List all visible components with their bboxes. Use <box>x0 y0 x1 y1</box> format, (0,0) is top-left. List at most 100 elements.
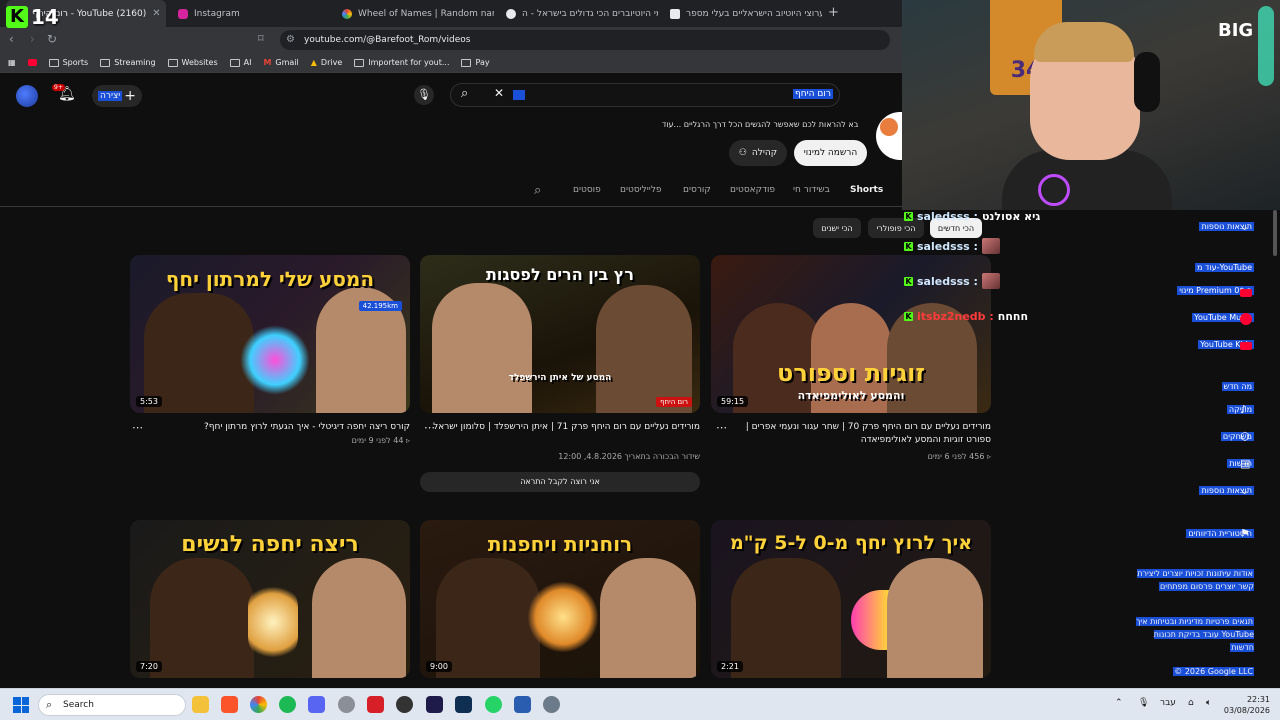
webcam-overlay: 34 BIG <box>902 0 1280 210</box>
chat-username: itsbz2nedb : <box>917 309 994 323</box>
windows-start-icon[interactable] <box>13 697 29 713</box>
channel-description[interactable]: בא להראות לכם שאפשר להגשים הכל דרך הרגלי… <box>662 120 858 129</box>
network-icon[interactable]: ⌂ <box>1188 698 1194 708</box>
bookmark-gmail[interactable]: M Gmail <box>263 58 298 67</box>
tray-chevron-up-icon[interactable]: ⌃ <box>1115 698 1123 708</box>
settings-gear-icon[interactable] <box>338 696 355 713</box>
more-options-icon[interactable]: ⋯ <box>716 421 727 434</box>
video-title[interactable]: מורידים נעליים עם רום היחף פרק 71 | איתן… <box>430 421 700 434</box>
url-field[interactable]: ⚙ youtube.com/@Barefoot_Rom/videos <box>280 30 890 50</box>
video-thumbnail[interactable]: איך לרוץ יחף מ-0 ל-5 ק"מ 2:21 <box>711 520 991 678</box>
community-button[interactable]: ⚇ קהילה <box>729 140 787 166</box>
volume-icon[interactable]: 🔈︎ <box>1206 698 1211 708</box>
site-info-icon[interactable]: ⚙ <box>286 34 295 45</box>
subscribe-button[interactable]: הרשמה למינוי <box>794 140 867 166</box>
bookmark-pay[interactable]: Pay <box>461 58 490 67</box>
tab-google-search-1[interactable]: מי היוטיוברים הכי גדולים בישראל - ה <box>496 0 658 27</box>
sidebar-label: מה חדש <box>1221 382 1254 391</box>
tab-live[interactable]: בשידור חי <box>793 185 830 195</box>
video-title[interactable]: קורס ריצה יחפה דיגיטלי - איך הגעתי לרוץ … <box>140 421 410 434</box>
obs-icon[interactable] <box>396 696 413 713</box>
thumbnail-person <box>436 558 540 678</box>
flag-icon: ⚑ <box>1240 527 1250 540</box>
bookmark-streaming[interactable]: Streaming <box>100 58 156 67</box>
chrome-icon[interactable] <box>250 696 267 713</box>
spotify-icon[interactable] <box>279 696 296 713</box>
reload-icon[interactable]: ↻ <box>47 32 57 46</box>
thumbnail-headline: רוחניות ויחפנות <box>487 532 633 556</box>
file-explorer-icon[interactable] <box>192 696 209 713</box>
account-avatar[interactable] <box>16 85 38 107</box>
more-options-icon[interactable]: ⋯ <box>132 421 143 434</box>
bookmark-sports[interactable]: Sports <box>48 58 88 67</box>
search-input[interactable] <box>450 83 840 107</box>
channel-tabs: ⌕ פוסטים פלייליסטים קורסים פודקאסטים בשי… <box>530 183 902 205</box>
tab-posts[interactable]: פוסטים <box>573 185 601 195</box>
voice-search-mic-icon[interactable]: 🎙︎ <box>414 85 434 105</box>
premiere-notify-button[interactable]: אני רוצה לקבל התראה <box>420 472 700 492</box>
youtube-icon <box>27 59 37 66</box>
back-arrow-icon[interactable]: ‹ <box>9 32 14 46</box>
channel-avatar[interactable] <box>876 112 902 160</box>
clear-search-icon[interactable]: ✕ <box>494 86 504 100</box>
footer-links-primary[interactable]: אודות עיתונות זכויות יוצרים ליצירת קשר י… <box>1132 567 1254 593</box>
taskbar-search-input[interactable]: ⌕ Search <box>38 694 186 716</box>
bookmark-websites[interactable]: Websites <box>167 58 218 67</box>
video-thumbnail[interactable]: המסע שלי למרתון יחף 42.195km 5:53 <box>130 255 410 413</box>
tab-shorts[interactable]: Shorts <box>850 185 883 195</box>
search-icon[interactable]: ⌕ <box>461 86 468 101</box>
bookmark-youtube[interactable] <box>27 59 37 66</box>
system-app-icon[interactable] <box>543 696 560 713</box>
more-options-icon[interactable]: ⋯ <box>424 421 435 434</box>
music-note-icon: ♪ <box>1240 403 1248 416</box>
tab-courses[interactable]: קורסים <box>683 185 711 195</box>
forward-arrow-icon[interactable]: › <box>30 32 35 46</box>
kick-badge-icon: K <box>904 211 913 221</box>
bookmark-icon[interactable]: ⌑ <box>258 32 264 45</box>
thumbnail-headline: רץ בין הרים לפסגות <box>485 265 634 284</box>
brave-browser-icon[interactable] <box>221 696 238 713</box>
sidebar-scrollbar[interactable] <box>1273 210 1277 256</box>
new-tab-plus-icon[interactable]: + <box>828 5 839 20</box>
video-thumbnail[interactable]: ריצה יחפה לנשים 7:20 <box>130 520 410 678</box>
chevron-down-icon[interactable]: ⌄ <box>1240 484 1249 497</box>
footer-text: תנאים פרטיות מדיניות ובטיחות איך YouTube… <box>1136 617 1254 652</box>
bookmark-drive[interactable]: ▲ Drive <box>311 58 342 67</box>
folder-icon <box>229 58 240 67</box>
bookmark-label: Websites <box>181 58 218 67</box>
bookmark-important[interactable]: Importent for yout... <box>354 58 449 67</box>
premiere-pro-icon[interactable] <box>426 696 443 713</box>
close-icon[interactable]: ✕ <box>152 8 160 19</box>
discord-icon[interactable] <box>308 696 325 713</box>
tab-podcasts[interactable]: פודקאסטים <box>730 185 775 195</box>
notepad-icon[interactable] <box>514 696 531 713</box>
microphone-icon[interactable]: 🎙︎ <box>1138 698 1149 708</box>
channel-search-icon[interactable]: ⌕ <box>534 183 541 198</box>
chat-message: K saledsss : <box>904 271 1000 291</box>
tab-label: מי היוטיוברים הכי גדולים בישראל - ה <box>522 8 658 19</box>
video-thumbnail[interactable]: רץ בין הרים לפסגות המסע של איתן הירשפלד … <box>420 255 700 413</box>
system-clock[interactable]: 22:31 03/08/2026 <box>1222 694 1270 716</box>
tab-article[interactable]: ערוצי היוטיוב הישראליים בעלי מספר <box>660 0 822 27</box>
tab-playlists[interactable]: פלייליסטים <box>620 185 662 195</box>
google-favicon-icon <box>506 8 516 19</box>
bookmarks-bar: ▦ Sports Streaming Websites AI M Gmail ▲ D… <box>0 53 902 73</box>
create-button[interactable]: יצירה + <box>92 85 142 107</box>
chevron-down-icon[interactable]: ⌄ <box>1240 220 1249 233</box>
thumbnail-glow <box>240 325 310 395</box>
tab-instagram[interactable]: Instagram <box>168 0 328 27</box>
footer-links-secondary[interactable]: תנאים פרטיות מדיניות ובטיחות איך YouTube… <box>1132 615 1254 654</box>
whatsapp-icon[interactable] <box>485 696 502 713</box>
tab-wheel-of-names[interactable]: Wheel of Names | Random name pic <box>332 0 494 27</box>
filter-chip-oldest[interactable]: הכי ישנים <box>813 218 861 238</box>
video-thumbnail[interactable]: רוחניות ויחפנות 9:00 <box>420 520 700 678</box>
bookmark-ai[interactable]: AI <box>229 58 251 67</box>
text-selection-highlight <box>513 90 525 100</box>
apps-grid-icon[interactable]: ▦ <box>8 58 16 67</box>
video-title[interactable]: מורידים נעליים עם רום היחף פרק 70 | שחר … <box>721 421 991 447</box>
copyright: © 2026 Google LLC <box>1132 665 1254 678</box>
photoshop-icon[interactable] <box>455 696 472 713</box>
footer-text: אודות עיתונות זכויות יוצרים ליצירת קשר י… <box>1137 569 1254 591</box>
input-language[interactable]: עבר <box>1160 698 1176 708</box>
opera-icon[interactable] <box>367 696 384 713</box>
